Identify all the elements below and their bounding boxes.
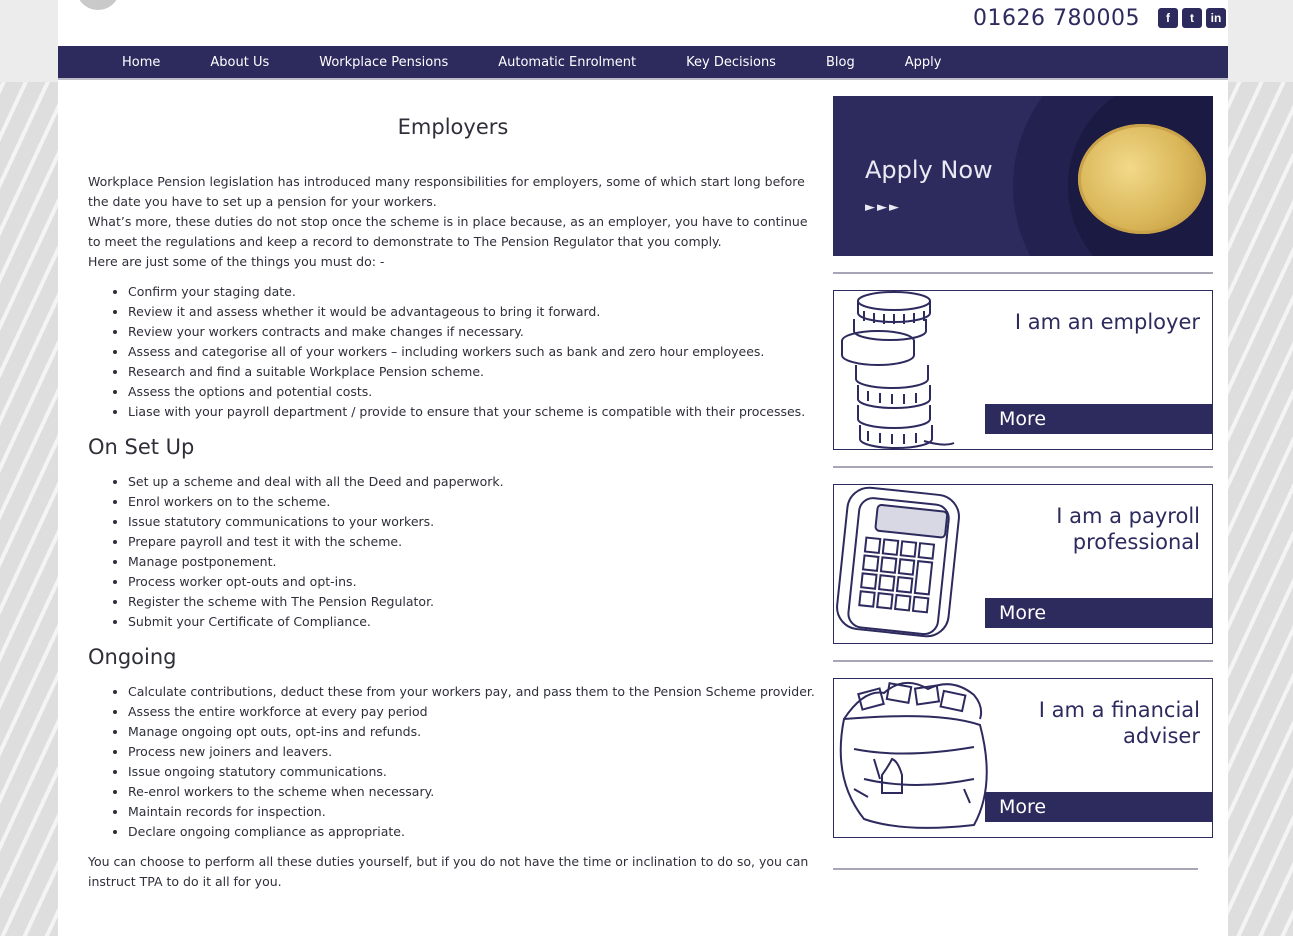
divider [833,868,1198,870]
list-item: Manage ongoing opt outs, opt-ins and ref… [128,722,818,742]
card-title-line: I am an employer [1014,310,1200,334]
list-item: Liase with your payroll department / pro… [128,402,818,422]
intro-paragraph: What’s more, these duties do not stop on… [88,214,808,249]
list-item: Submit your Certificate of Compliance. [128,612,818,632]
nav-item-key-decisions[interactable]: Key Decisions [686,46,776,79]
card-title-line: I am a payroll [1056,504,1200,528]
adviser-card[interactable]: I am a financial adviser More [833,678,1213,838]
card-title-line: adviser [1123,724,1200,748]
site-logo[interactable] [76,0,120,10]
divider [833,660,1213,662]
nav-item-automatic-enrolment[interactable]: Automatic Enrolment [498,46,636,79]
list-item: Research and find a suitable Workplace P… [128,362,818,382]
list-item: Register the scheme with The Pension Reg… [128,592,818,612]
employer-card[interactable]: I am an employer More [833,290,1213,450]
coin-icon [1078,124,1206,234]
main-content: Employers Workplace Pension legislation … [88,112,818,892]
list-item: Confirm your staging date. [128,282,818,302]
intro-paragraph: Workplace Pension legislation has introd… [88,174,805,209]
nav-item-apply[interactable]: Apply [905,46,942,79]
apply-now-banner[interactable]: Apply Now ►►► [833,96,1213,256]
nav-item-home[interactable]: Home [122,46,160,79]
linkedin-icon[interactable]: in [1206,8,1226,28]
list-item: Assess the options and potential costs. [128,382,818,402]
list-item: Assess and categorise all of your worker… [128,342,818,362]
setup-list: Set up a scheme and deal with all the De… [88,472,818,632]
twitter-icon[interactable]: t [1182,8,1202,28]
duties-list: Confirm your staging date. Review it and… [88,282,818,422]
money-bag-icon [839,682,988,829]
list-item: Issue statutory communications to your w… [128,512,818,532]
facebook-icon[interactable]: f [1158,8,1178,28]
page-title: Employers [397,115,509,139]
section-heading-setup: On Set Up [88,435,195,459]
card-title-line: I am a financial [1038,698,1200,722]
phone-number: 01626 780005 [973,6,1140,31]
nav-item-workplace-pensions[interactable]: Workplace Pensions [319,46,448,79]
coin-stack-icon [841,291,955,449]
closing-paragraph: You can choose to perform all these duti… [88,854,809,889]
calculator-icon [836,486,960,638]
more-button[interactable]: More [985,598,1212,628]
list-item: Maintain records for inspection. [128,802,818,822]
more-button[interactable]: More [985,792,1212,822]
list-item: Declare ongoing compliance as appropriat… [128,822,818,842]
ongoing-list: Calculate contributions, deduct these fr… [88,682,818,842]
nav-item-about-us[interactable]: About Us [210,46,269,79]
divider [833,466,1213,468]
list-item: Manage postponement. [128,552,818,572]
apply-now-label: Apply Now [865,156,993,184]
arrows-icon: ►►► [865,200,901,215]
card-title: I am a financial adviser [1039,697,1200,749]
list-item: Calculate contributions, deduct these fr… [128,682,818,702]
card-title-line: professional [1072,530,1200,554]
list-item: Re-enrol workers to the scheme when nece… [128,782,818,802]
list-item: Review your workers contracts and make c… [128,322,818,342]
list-item: Process new joiners and leavers. [128,742,818,762]
page-container: 01626 780005 f t in Home About Us Workpl… [58,0,1228,936]
list-item: Process worker opt-outs and opt-ins. [128,572,818,592]
list-item: Enrol workers on to the scheme. [128,492,818,512]
list-item: Issue ongoing statutory communications. [128,762,818,782]
list-item: Review it and assess whether it would be… [128,302,818,322]
divider [833,272,1213,274]
more-button[interactable]: More [985,404,1212,434]
list-item: Set up a scheme and deal with all the De… [128,472,818,492]
sidebar: Apply Now ►►► I am an employer More I am… [833,96,1213,870]
card-title: I am a payroll professional [1056,503,1200,555]
list-item: Assess the entire workforce at every pay… [128,702,818,722]
social-links: f t in [1158,8,1226,28]
list-item: Prepare payroll and test it with the sch… [128,532,818,552]
card-title: I am an employer [1015,309,1200,335]
main-nav: Home About Us Workplace Pensions Automat… [58,46,1228,80]
payroll-card[interactable]: I am a payroll professional More [833,484,1213,644]
intro-paragraph: Here are just some of the things you mus… [88,254,385,269]
nav-item-blog[interactable]: Blog [826,46,855,79]
section-heading-ongoing: Ongoing [88,645,177,669]
